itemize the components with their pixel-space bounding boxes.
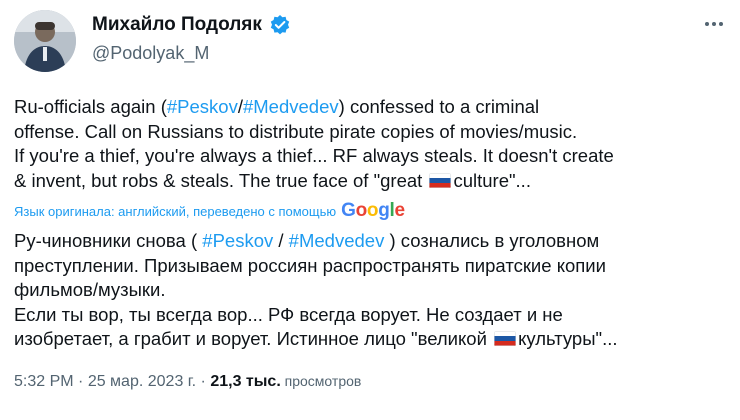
author-handle[interactable]: @Podolyak_M bbox=[92, 43, 209, 64]
russia-flag-icon bbox=[429, 172, 452, 188]
views-label: просмотров bbox=[280, 373, 362, 389]
author-display-name[interactable]: Михайло Подоляк bbox=[92, 14, 262, 36]
original-tweet-text: Ru-officials again (#Peskov/#Medvedev) c… bbox=[14, 95, 614, 193]
tweet-date[interactable]: 25 мар. 2023 г. bbox=[88, 373, 196, 390]
google-logo: Google bbox=[341, 200, 405, 221]
tweet-time[interactable]: 5:32 PM bbox=[14, 373, 74, 390]
author-name-row[interactable]: Михайло Подоляк bbox=[92, 14, 291, 36]
tweet-meta: 5:32 PM · 25 мар. 2023 г. · 21,3 тыс. пр… bbox=[14, 373, 362, 390]
russia-flag-icon bbox=[494, 331, 517, 346]
text-line: изобретает, а грабит и ворует. Истинное … bbox=[14, 328, 618, 349]
translation-note: Язык оригинала: английский, переведено с… bbox=[14, 203, 337, 219]
hashtag-link[interactable]: #Medvedev bbox=[289, 230, 385, 251]
text-line: offense. Call on Russians to distribute … bbox=[14, 120, 578, 142]
more-options-icon[interactable] bbox=[702, 12, 726, 36]
verified-badge-icon bbox=[269, 14, 291, 36]
text-line: преступлении. Призываем россиян распрост… bbox=[14, 254, 606, 276]
text-line: фильмов/музыки. bbox=[14, 279, 166, 300]
text-line: Если ты вор, ты всегда вор... РФ всегда … bbox=[14, 303, 563, 325]
person-avatar-icon bbox=[14, 10, 76, 72]
text-line: & invent, but robs & steals. The true fa… bbox=[14, 169, 531, 191]
views-count: 21,3 тыс. bbox=[210, 373, 281, 390]
avatar[interactable] bbox=[14, 10, 76, 72]
translation-attribution[interactable]: Язык оригинала: английский, переведено с… bbox=[14, 200, 405, 222]
hashtag-link[interactable]: #Peskov bbox=[167, 96, 238, 117]
hashtag-link[interactable]: #Medvedev bbox=[243, 96, 339, 117]
translated-tweet-text: Ру-чиновники снова ( #Peskov / #Medvedev… bbox=[14, 229, 618, 352]
tweet-card: Михайло Подоляк @Podolyak_M Ru-officials… bbox=[0, 0, 740, 420]
hashtag-link[interactable]: #Peskov bbox=[202, 230, 273, 251]
text-line: Ru-officials again (#Peskov/#Medvedev) c… bbox=[14, 96, 540, 117]
text-line: Ру-чиновники снова ( #Peskov / #Medvedev… bbox=[14, 230, 600, 251]
text-line: If you're a thief, you're always a thief… bbox=[14, 145, 614, 166]
